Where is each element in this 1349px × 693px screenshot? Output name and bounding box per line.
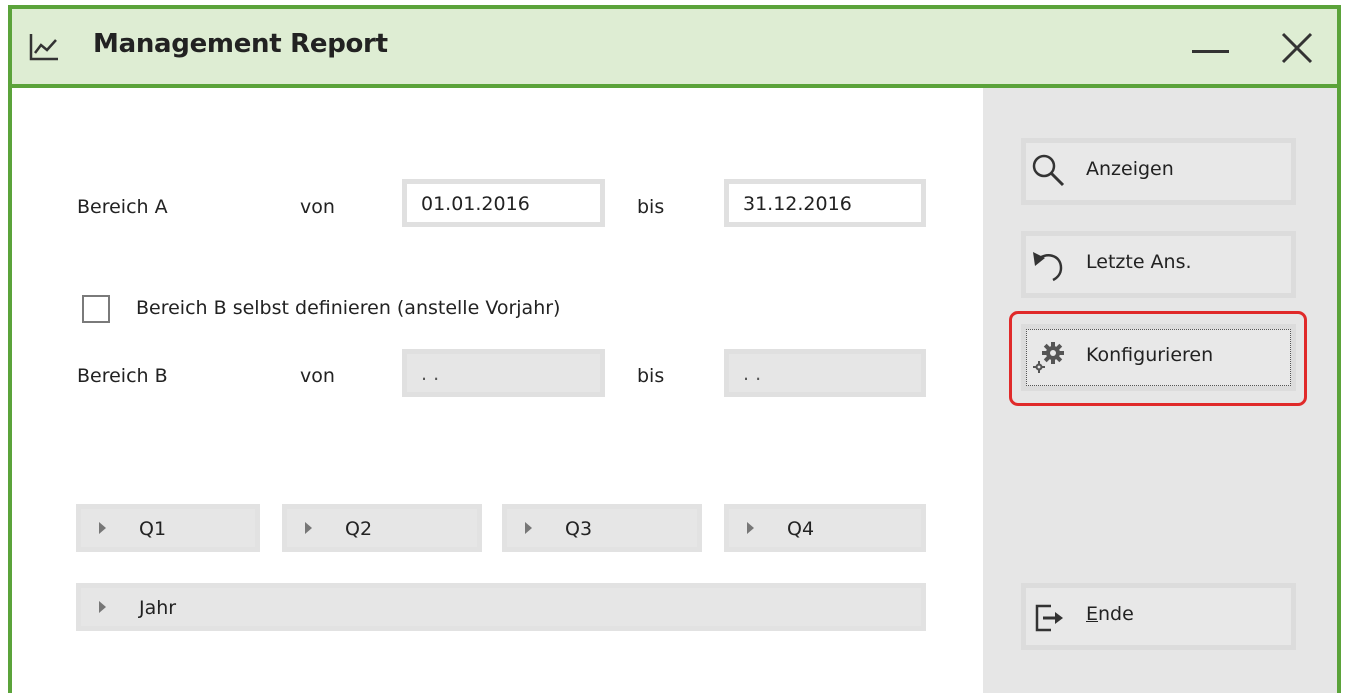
configure-button-label: Konfigurieren [1086,344,1214,366]
minimize-icon [1192,50,1229,53]
expand-arrow-icon [99,601,106,613]
range-b-to-label: bis [637,365,665,387]
range-a-from-field[interactable]: 01.01.2016 [402,179,605,227]
expand-arrow-icon [525,522,532,534]
undo-icon [1033,252,1063,282]
window-title: Management Report [93,29,388,59]
quarter-button-q1[interactable]: Q1 [76,504,260,552]
range-a-label: Bereich A [77,196,168,218]
quarter-label: Q1 [139,518,167,540]
show-button-label: Anzeigen [1086,158,1174,180]
year-button[interactable]: Jahr [76,583,926,631]
search-icon [1032,154,1065,187]
quarter-label: Q2 [345,518,373,540]
minimize-button[interactable] [1180,9,1240,88]
year-label: Jahr [139,597,177,619]
range-a-to-field[interactable]: 31.12.2016 [724,179,926,227]
gears-icon [1033,342,1064,373]
last-view-button-label: Letzte Ans. [1086,251,1192,273]
quarter-label: Q3 [565,518,593,540]
custom-range-b-label[interactable]: Bereich B selbst definieren (anstelle Vo… [136,297,560,319]
range-b-label: Bereich B [77,365,168,387]
quarter-button-q3[interactable]: Q3 [502,504,702,552]
expand-arrow-icon [747,522,754,534]
exit-icon [1035,604,1063,632]
expand-arrow-icon [99,522,106,534]
end-button-label: Ende [1086,603,1134,625]
quarter-button-q2[interactable]: Q2 [282,504,482,552]
range-a-to-label: bis [637,196,665,218]
quarter-label: Q4 [787,518,815,540]
close-icon [1281,32,1313,64]
range-b-from-label: von [300,365,335,387]
range-a-from-label: von [300,196,335,218]
close-button[interactable] [1265,9,1325,88]
show-button[interactable]: Anzeigen [1021,138,1296,205]
range-b-from-field[interactable]: . . [402,349,605,397]
line-chart-icon [29,34,58,61]
title-bar: Management Report [12,9,1337,88]
custom-range-b-checkbox[interactable] [82,295,110,323]
expand-arrow-icon [305,522,312,534]
configure-button[interactable]: Konfigurieren [1021,324,1296,391]
end-button[interactable]: Ende [1021,583,1296,650]
quarter-button-q4[interactable]: Q4 [724,504,926,552]
range-b-to-field[interactable]: . . [724,349,926,397]
last-view-button[interactable]: Letzte Ans. [1021,231,1296,298]
